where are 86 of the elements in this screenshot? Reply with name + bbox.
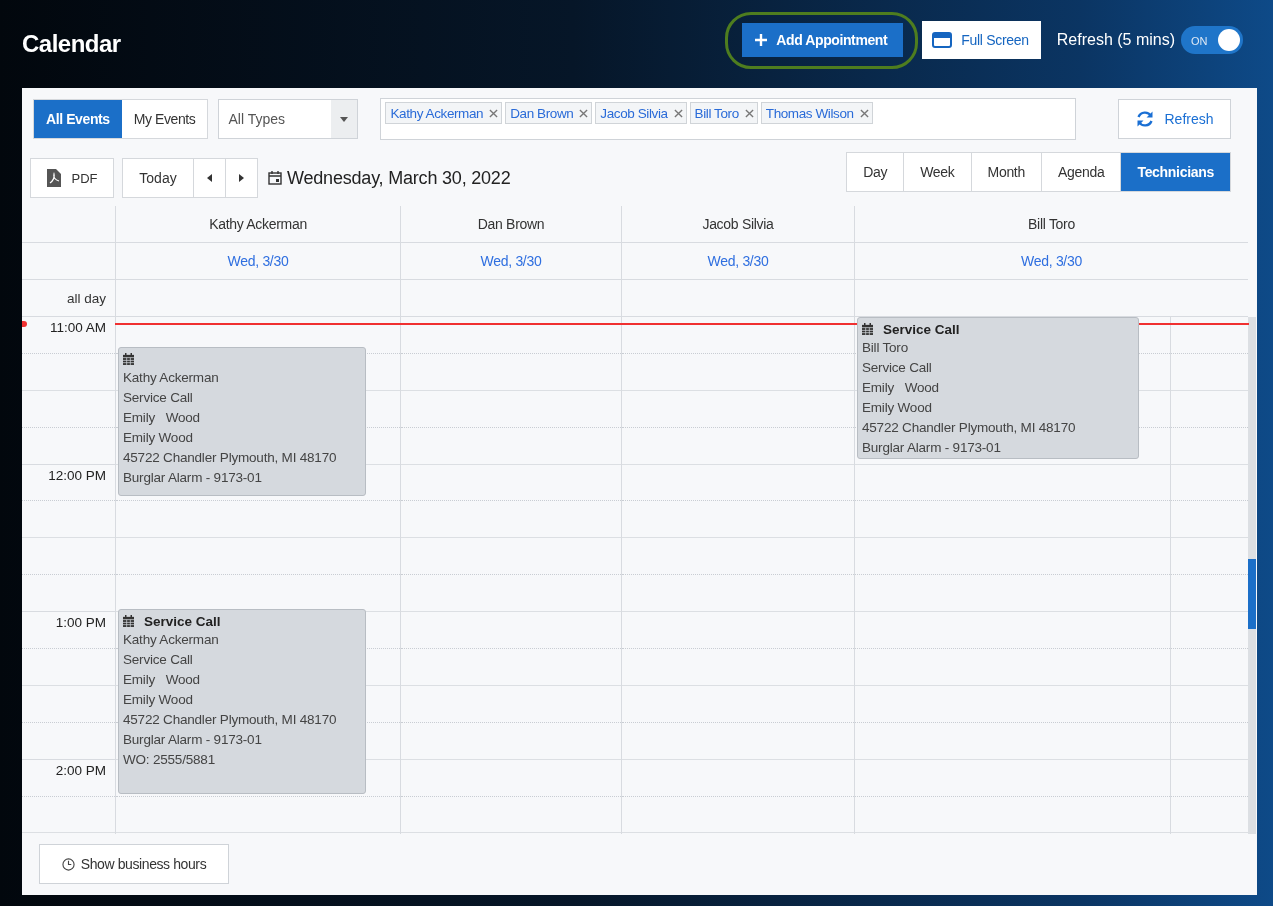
caret-icon <box>340 116 349 122</box>
window-icon <box>932 32 953 48</box>
refresh-button[interactable]: Refresh <box>1118 99 1231 139</box>
appointment-title: Service Call <box>883 321 960 337</box>
add-appointment-button[interactable]: Add Appointment <box>742 22 904 57</box>
full-screen-button[interactable]: Full Screen <box>922 21 1041 59</box>
remove-icon[interactable] <box>673 108 683 118</box>
appointment-detail: Kathy Ackerman <box>123 369 220 387</box>
pdf-file-icon <box>46 169 61 187</box>
sync-icon <box>1135 109 1156 129</box>
auto-refresh-toggle[interactable]: ON <box>1181 26 1243 54</box>
time-label: 12:00 PM <box>48 467 106 483</box>
view-tab[interactable]: Month <box>970 153 1041 191</box>
appointment-detail: 45722 Chandler Plymouth, MI 48170 <box>123 449 338 467</box>
type-select[interactable]: All Types <box>218 99 359 139</box>
view-tab[interactable]: Technicians <box>1120 153 1230 191</box>
appointment-detail: Emily Wood <box>862 379 940 397</box>
appointment-card[interactable]: Service Call Bill Toro Service Call Emily Wood Emily Wood 45722 Chandler Plymouth, MI 48170 Burglar Alarm - 9173-01 <box>857 317 1139 459</box>
remove-icon[interactable] <box>579 108 589 118</box>
view-tab[interactable]: Agenda <box>1040 153 1121 191</box>
event-filter-tab[interactable]: My Events <box>121 100 208 138</box>
appointment-detail: Service Call <box>862 359 933 377</box>
view-tab[interactable]: Week <box>903 153 971 191</box>
all-day-cell[interactable] <box>400 280 621 317</box>
refresh-interval-label: Refresh (5 mins) <box>1056 31 1175 49</box>
appointment-detail: 45722 Chandler Plymouth, MI 48170 <box>862 419 1077 437</box>
next-button[interactable] <box>225 159 257 197</box>
date-link[interactable]: Wed, 3/30 <box>1021 253 1082 269</box>
technician-chip[interactable]: Kathy Ackerman <box>385 102 503 124</box>
date-link[interactable]: Wed, 3/30 <box>227 253 289 269</box>
appointment-title: Service Call <box>144 613 221 629</box>
appointment-detail: Emily Wood <box>123 429 194 447</box>
scrollbar[interactable] <box>1248 317 1256 834</box>
appointment-detail: Bill Toro <box>862 339 909 357</box>
appointment-detail: Emily Wood <box>123 409 201 427</box>
appointment-detail: WO: 2555/5881 <box>123 751 216 769</box>
appointment-detail: Emily Wood <box>123 691 194 709</box>
previous-button[interactable] <box>193 159 225 197</box>
all-day-cell[interactable] <box>115 280 400 317</box>
date-link[interactable]: Wed, 3/30 <box>480 253 542 269</box>
appointment-card[interactable]: Service Call Kathy Ackerman Service Call Emily Wood Emily Wood 45722 Chandler Plymouth, MI 48170 Burglar Alarm - 9173-01 WO: 2555/5881 <box>118 609 366 794</box>
appointment-card[interactable]: Kathy Ackerman Service Call Emily Wood Emily Wood 45722 Chandler Plymouth, MI 48170 Burglar Alarm - 9173-01 <box>118 347 366 496</box>
show-business-hours-button[interactable]: Show business hours <box>39 844 229 884</box>
time-label: 11:00 AM <box>49 320 106 335</box>
calendar-icon <box>123 615 134 627</box>
technician-chip[interactable]: Dan Brown <box>505 102 593 124</box>
view-tab[interactable]: Day <box>847 153 904 191</box>
technician-column-header: Dan Brown <box>477 216 545 232</box>
technician-chip[interactable]: Bill Toro <box>689 102 758 124</box>
scroll-thumb[interactable] <box>1248 559 1256 629</box>
page-title: Calendar <box>22 30 121 58</box>
left-triangle-icon <box>207 174 212 182</box>
appointment-detail: Burglar Alarm - 9173-01 <box>123 469 263 487</box>
all-day-label: all day <box>66 290 106 306</box>
appointment-detail: Emily Wood <box>862 399 933 417</box>
remove-icon[interactable] <box>489 108 499 118</box>
time-label: 1:00 PM <box>55 615 106 631</box>
current-time-marker <box>22 321 27 327</box>
calendar-icon <box>123 353 134 365</box>
time-label: 2:00 PM <box>55 762 106 778</box>
appointment-detail: Service Call <box>123 389 194 407</box>
technician-column-header: Bill Toro <box>1028 216 1075 232</box>
remove-icon[interactable] <box>859 108 869 118</box>
appointment-detail: Emily Wood <box>123 671 201 689</box>
appointment-detail: Service Call <box>123 651 194 669</box>
technician-chip[interactable]: Thomas Wilson <box>760 102 873 124</box>
today-button[interactable]: Today <box>123 159 193 197</box>
appointment-detail: Burglar Alarm - 9173-01 <box>123 731 263 749</box>
technician-chip[interactable]: Jacob Silvia <box>595 102 687 124</box>
event-filter-tab[interactable]: All Events <box>34 100 122 138</box>
appointment-detail: Burglar Alarm - 9173-01 <box>862 439 1002 457</box>
right-triangle-icon <box>239 174 244 182</box>
pdf-button[interactable]: PDF <box>30 158 114 198</box>
remove-icon[interactable] <box>744 108 754 118</box>
calendar-icon <box>862 323 873 335</box>
appointment-detail: 45722 Chandler Plymouth, MI 48170 <box>123 711 338 729</box>
all-day-cell[interactable] <box>621 280 854 317</box>
technician-column-header: Kathy Ackerman <box>209 216 307 232</box>
date-link[interactable]: Wed, 3/30 <box>707 253 769 269</box>
plus-icon <box>754 32 769 47</box>
current-date: Wednesday, March 30, 2022 <box>287 167 511 189</box>
technician-column-header: Jacob Silvia <box>702 216 774 232</box>
calendar-icon <box>268 171 282 185</box>
appointment-detail: Kathy Ackerman <box>123 631 220 649</box>
clock-icon <box>61 857 75 871</box>
technician-filter-field[interactable]: Kathy Ackerman Dan Brown Jacob Silvia Bill Toro Thomas Wilson <box>380 98 1077 140</box>
